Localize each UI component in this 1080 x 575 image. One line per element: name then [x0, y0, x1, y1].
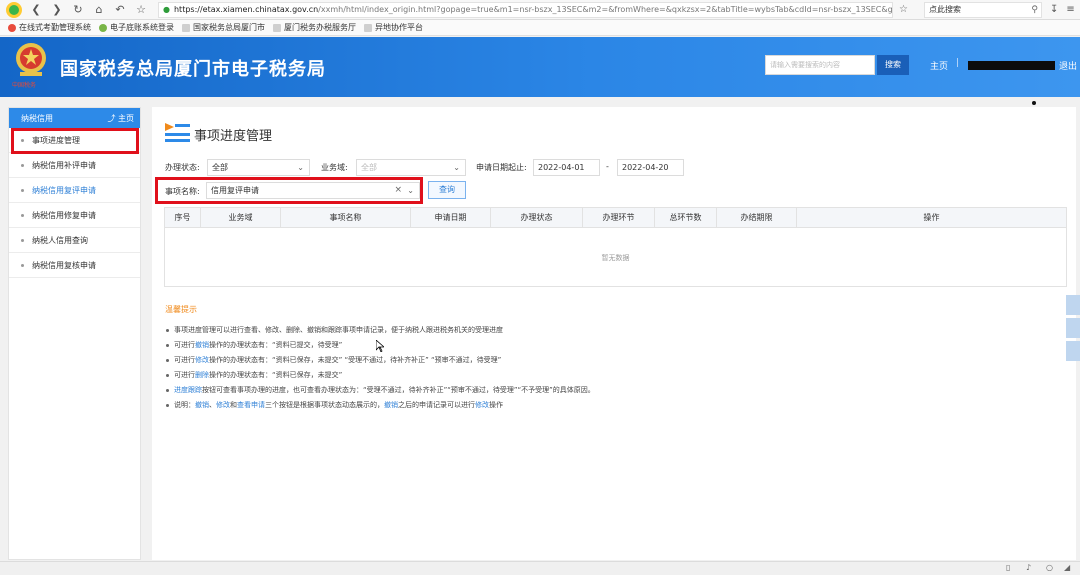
column-header: 序号: [165, 208, 201, 227]
chevron-down-icon: ⌄: [453, 163, 460, 172]
site-header: 中国税务 国家税务总局厦门市电子税务局 请输入需要搜索的内容 搜索 主页 | 退…: [0, 37, 1080, 97]
tax-emblem-icon: [16, 43, 46, 76]
results-table: 序号 业务域 事项名称 申请日期 办理状态 办理环节 总环节数 办结期限 操作 …: [164, 207, 1067, 287]
column-header: 业务域: [201, 208, 281, 227]
sidebar-home-link[interactable]: ⤴ 主页: [107, 113, 134, 124]
domain-select[interactable]: 全部 ⌄: [356, 159, 466, 176]
bookmark-star-icon[interactable]: ☆: [134, 3, 148, 17]
date-to-input[interactable]: 2022-04-20: [617, 159, 684, 176]
bookmark-item[interactable]: 电子底账系统登录: [99, 22, 174, 33]
bullet-icon: [21, 263, 24, 267]
tip-line: 事项进度管理可以进行查看、修改、删除、撤销和跟踪事项申请记录，便于纳税人跟进税务…: [166, 325, 503, 335]
favorite-float-icon[interactable]: [1066, 295, 1080, 315]
search-icon[interactable]: ⚲: [1031, 3, 1038, 17]
highlight-box: [11, 128, 139, 154]
date-range-label: 申请日期起止:: [476, 163, 527, 172]
date-from-input[interactable]: 2022-04-01: [533, 159, 600, 176]
logout-link[interactable]: 退出: [1059, 59, 1077, 72]
bullet-icon: [21, 213, 24, 217]
zoom-icon[interactable]: ○: [1046, 563, 1053, 572]
site-search-input[interactable]: 请输入需要搜索的内容: [765, 55, 875, 75]
menu-icon[interactable]: ≡: [1066, 4, 1074, 15]
sidebar-item-supplement[interactable]: 纳税信用补评申请: [9, 153, 140, 178]
empty-state: 暂无数据: [601, 254, 630, 262]
mouse-cursor-icon: [376, 340, 384, 352]
tip-line: 可进行撤销操作的办理状态有：“资料已提交，待受理”: [166, 340, 342, 350]
stray-dot: [1032, 101, 1036, 105]
bookmark-item[interactable]: 在线式考勤管理系统: [8, 22, 91, 33]
status-label: 办理状态:: [165, 163, 200, 172]
highlight-box: [155, 177, 423, 204]
forward-icon[interactable]: ❯: [50, 3, 64, 17]
tip-line: 可进行删除操作的办理状态有：“资料已保存，未提交”: [166, 370, 342, 380]
column-header: 总环节数: [655, 208, 717, 227]
bullet-icon: [21, 188, 24, 192]
lock-icon: ●: [163, 5, 170, 14]
bookmark-item[interactable]: 异地协作平台: [364, 22, 423, 33]
back-icon[interactable]: ❮: [29, 3, 43, 17]
browser-toolbar: ❮ ❯ ↻ ⌂ ↶ ☆ ● https://etax.xiamen.chinat…: [0, 0, 1080, 20]
address-bar[interactable]: ● https://etax.xiamen.chinatax.gov.cn /x…: [158, 1, 893, 18]
column-header: 申请日期: [411, 208, 491, 227]
sidebar-item-reevaluation[interactable]: 纳税信用复评申请: [9, 178, 140, 203]
column-header: 事项名称: [281, 208, 411, 227]
date-separator: -: [606, 162, 609, 171]
bullet-icon: [21, 238, 24, 242]
resize-icon[interactable]: ◢: [1064, 563, 1070, 572]
bookmark-item[interactable]: 厦门税务办税服务厅: [273, 22, 356, 33]
favorite-icon[interactable]: ☆: [899, 4, 908, 15]
tip-line: 进度跟踪按钮可查看事项办理的进度，也可查看办理状态为：“受理不通过，待补齐补正”…: [166, 385, 595, 395]
sidebar-item-credit-query[interactable]: 纳税人信用查询: [9, 228, 140, 253]
horizontal-scrollbar[interactable]: [0, 561, 1080, 575]
browser-search-box[interactable]: 点此搜索 ⚲: [923, 1, 1042, 18]
column-header: 办结期限: [717, 208, 797, 227]
refresh-icon[interactable]: ↻: [71, 3, 85, 17]
tip-line: 可进行修改操作的办理状态有：“资料已保存，未提交” “受理不通过，待补齐补正” …: [166, 355, 501, 365]
sidebar-header: 纳税信用 ⤴ 主页: [9, 108, 140, 128]
chevron-down-icon: ⌄: [297, 163, 304, 172]
bookmark-icon: [8, 23, 16, 32]
site-title: 国家税务总局厦门市电子税务局: [60, 59, 326, 79]
sidebar: 纳税信用 ⤴ 主页 事项进度管理 纳税信用补评申请 纳税信用复评申请 纳税信用修…: [8, 107, 141, 560]
home-icon[interactable]: ⌂: [92, 3, 106, 17]
feedback-float-icon[interactable]: [1066, 318, 1080, 338]
page-icon: [364, 23, 372, 32]
back-to-top-icon[interactable]: [1066, 341, 1080, 361]
header-home-link[interactable]: 主页: [930, 59, 948, 72]
column-header: 办理环节: [583, 208, 655, 227]
download-icon[interactable]: ↧: [1050, 4, 1058, 15]
browser-logo-icon: [6, 1, 22, 18]
site-search-button[interactable]: 搜索: [877, 55, 909, 75]
bookmark-icon: [99, 23, 107, 32]
tip-line: 说明：撤销、修改和查看申请三个按钮是根据事项状态动态展示的，撤销之后的申请记录可…: [166, 400, 503, 410]
domain-label: 业务域:: [321, 163, 348, 172]
undo-icon[interactable]: ↶: [113, 3, 127, 17]
column-header: 操作: [923, 213, 940, 222]
emblem-caption: 中国税务: [12, 82, 37, 89]
trash-icon[interactable]: ▯: [1006, 563, 1010, 572]
table-header: 序号 业务域 事项名称 申请日期 办理状态 办理环节 总环节数 办结期限 操作: [165, 208, 1066, 228]
page-icon: [273, 23, 281, 32]
sidebar-title: 纳税信用: [21, 113, 53, 123]
status-select[interactable]: 全部 ⌄: [207, 159, 310, 176]
sidebar-item-review[interactable]: 纳税信用复核申请: [9, 253, 140, 278]
bookmark-item[interactable]: 国家税务总局厦门市: [182, 22, 265, 33]
tips-title: 温馨提示: [165, 305, 197, 314]
redacted-username: [968, 61, 1055, 70]
page-icon: [182, 23, 190, 32]
url-path: /xxmh/html/index_origin.html?gopage=true…: [318, 5, 893, 14]
list-icon: [165, 123, 190, 142]
sidebar-item-repair[interactable]: 纳税信用修复申请: [9, 203, 140, 228]
volume-icon[interactable]: ♪: [1026, 563, 1031, 572]
url-host: https://etax.xiamen.chinatax.gov.cn: [173, 5, 319, 14]
column-header: 办理状态: [491, 208, 583, 227]
page-title: 事项进度管理: [194, 128, 273, 143]
bookmarks-bar: 在线式考勤管理系统 电子底账系统登录 国家税务总局厦门市 厦门税务办税服务厅 异…: [0, 20, 1080, 36]
header-separator: |: [956, 58, 960, 68]
browser-search-text: 点此搜索: [928, 4, 961, 14]
query-button[interactable]: 查询: [428, 181, 466, 199]
bullet-icon: [21, 163, 24, 167]
